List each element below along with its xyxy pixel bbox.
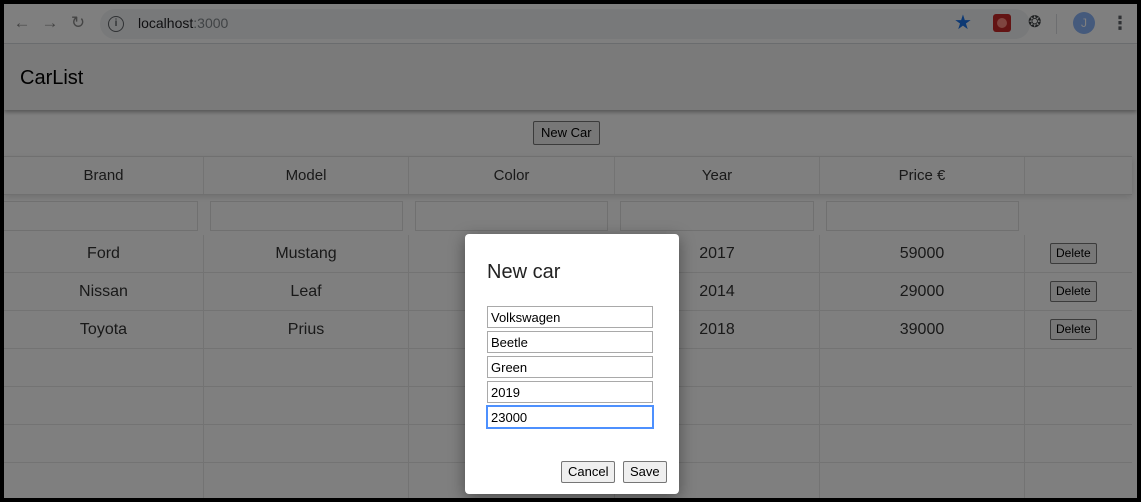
model-field[interactable]: [487, 331, 653, 353]
cancel-button[interactable]: Cancel: [561, 461, 616, 483]
price-field[interactable]: [486, 405, 654, 429]
brand-field[interactable]: [487, 306, 653, 328]
year-field[interactable]: [487, 381, 653, 403]
dialog-title: New car: [487, 261, 561, 283]
new-car-dialog: New car Cancel Save: [465, 234, 679, 494]
browser-window: ← → ↻ i localhost:3000 ★ ❂ J ⋮ CarList N…: [4, 4, 1137, 498]
save-button[interactable]: Save: [623, 461, 667, 483]
color-field[interactable]: [487, 356, 653, 378]
